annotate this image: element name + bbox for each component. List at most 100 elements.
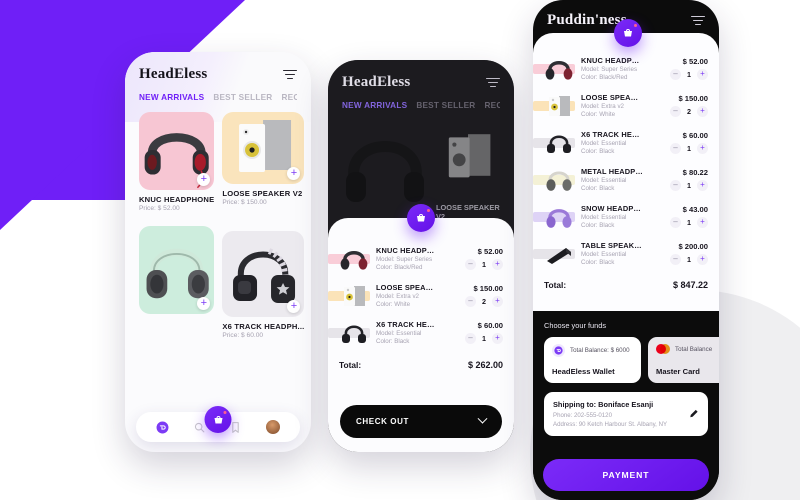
decrease-qty-button[interactable]: –: [670, 180, 681, 191]
cart-fab-button[interactable]: [204, 406, 232, 433]
increase-qty-button[interactable]: +: [492, 333, 503, 344]
product-card-x6[interactable]: + X6 TRACK HEADPH... Price: $ 60.00: [222, 231, 305, 339]
quantity-stepper: – 1 +: [650, 254, 708, 265]
quantity-stepper: – 1 +: [650, 69, 708, 80]
table-row[interactable]: KNUC HEADPHONE Model: Super Series Color…: [533, 50, 708, 87]
phone2-header: HeadEless: [342, 74, 500, 91]
product-name-x6: X6 TRACK HEADPH...: [222, 322, 305, 331]
cart-item-price: $ 60.00: [477, 321, 503, 330]
increase-qty-button[interactable]: +: [697, 254, 708, 265]
cart-item-right: $ 52.00 – 1 +: [445, 247, 503, 270]
search-icon[interactable]: [193, 421, 206, 434]
cart-item-price: $ 52.00: [477, 247, 503, 256]
increase-qty-button[interactable]: +: [492, 259, 503, 270]
tab-recommended[interactable]: RECOMMEN: [484, 101, 500, 110]
table-row[interactable]: LOOSE SPEAKER V2 Model: Extra v2 Color: …: [533, 87, 708, 124]
table-row[interactable]: SNOW HEADPH... Model: Essential Color: B…: [533, 198, 708, 235]
qty-value: 1: [687, 70, 691, 79]
speaker-icon: [344, 286, 365, 306]
cart-item-color: Color: Black: [376, 338, 410, 346]
tab-new-arrivals[interactable]: NEW ARRIVALS: [139, 93, 204, 102]
product-grid: + KNUC HEADPHONE Price: $ 52.00 + + LOOS…: [139, 112, 305, 339]
cart-item-right: $ 150.00 – 2 +: [445, 284, 503, 307]
hamburger-icon[interactable]: [691, 15, 705, 26]
avatar[interactable]: [266, 420, 281, 434]
decrease-qty-button[interactable]: –: [670, 69, 681, 80]
wallet-icon: [552, 344, 565, 357]
increase-qty-button[interactable]: +: [492, 296, 503, 307]
increase-qty-button[interactable]: +: [697, 217, 708, 228]
qty-value: 1: [687, 255, 691, 264]
fund-name: Master Card: [656, 367, 700, 376]
hamburger-icon[interactable]: [486, 77, 500, 88]
headphone-icon: [545, 61, 573, 80]
cart-item-model: Model: Super Series: [376, 256, 433, 263]
bookmark-icon[interactable]: [229, 421, 242, 434]
fund-card-wallet[interactable]: Total Balance: $ 6000 HeadEless Wallet: [544, 337, 641, 383]
table-row[interactable]: X6 TRACK HEAD... Model: Essential Color:…: [328, 314, 503, 351]
cart-fab-button[interactable]: [614, 19, 642, 47]
decrease-qty-button[interactable]: –: [670, 217, 681, 228]
checkout-button[interactable]: CHECK OUT: [340, 405, 502, 438]
checkout-sheet: KNUC HEADPHONE Model: Super Series Color…: [533, 33, 719, 311]
qty-value: 2: [482, 297, 486, 306]
fund-balance: Total Balance: [675, 345, 713, 353]
increase-qty-button[interactable]: +: [697, 69, 708, 80]
decrease-qty-button[interactable]: –: [670, 143, 681, 154]
product-image-green: +: [139, 226, 215, 314]
increase-qty-button[interactable]: +: [697, 180, 708, 191]
increase-qty-button[interactable]: +: [697, 143, 708, 154]
cart-item-model: Model: Essential: [581, 177, 627, 184]
qty-value: 1: [687, 144, 691, 153]
product-name-knuc: KNUC HEADPHONE: [139, 195, 215, 204]
fund-balance: Total Balance: $ 6000: [570, 347, 630, 354]
product-card-green[interactable]: +: [139, 226, 215, 314]
decrease-qty-button[interactable]: –: [670, 254, 681, 265]
hamburger-icon[interactable]: [283, 69, 297, 80]
product-card-knuc[interactable]: + KNUC HEADPHONE Price: $ 52.00: [139, 112, 215, 212]
table-row[interactable]: KNUC HEADPHONE Model: Super Series Color…: [328, 240, 503, 277]
home-icon[interactable]: [156, 421, 169, 434]
decrease-qty-button[interactable]: –: [465, 259, 476, 270]
cart-item-right: $ 60.00 – 1 +: [445, 321, 503, 344]
phone2-brand-title: HeadEless: [342, 74, 411, 90]
cart-icon: [214, 415, 222, 423]
table-row[interactable]: LOOSE SPEAKER V2 Model: Extra v2 Color: …: [328, 277, 503, 314]
product-card-speaker[interactable]: + LOOSE SPEAKER V2 Price: $ 150.00: [222, 112, 305, 206]
decrease-qty-button[interactable]: –: [670, 106, 681, 117]
decrease-qty-button[interactable]: –: [465, 333, 476, 344]
increase-qty-button[interactable]: +: [697, 106, 708, 117]
payment-label: PAYMENT: [602, 470, 650, 480]
table-row[interactable]: METAL HEADPH... Model: Essential Color: …: [533, 161, 708, 198]
phone-cart: HeadEless NEW ARRIVALS BEST SELLER RECOM…: [328, 60, 514, 452]
checkout-total-row: Total: $ 847.22: [533, 272, 719, 290]
tab-new-arrivals[interactable]: NEW ARRIVALS: [342, 101, 407, 110]
tab-best-seller[interactable]: BEST SELLER: [416, 101, 475, 110]
cart-item-price: $ 150.00: [678, 94, 708, 103]
cart-item-color: Color: White: [581, 111, 616, 119]
cart-item-info: KNUC HEADPHONE Model: Super Series Color…: [376, 246, 438, 271]
tab-recommended[interactable]: RECOMMEN: [281, 93, 297, 102]
cart-item-info: LOOSE SPEAKER V2 Model: Extra v2 Color: …: [376, 283, 438, 308]
payment-button[interactable]: PAYMENT: [543, 459, 709, 491]
table-row[interactable]: TABLE SPEAKER Model: Essential Color: Bl…: [533, 235, 708, 272]
shipping-phone: Phone: 202-555-0120: [553, 411, 612, 419]
headphone-icon: [546, 209, 572, 228]
table-row[interactable]: X6 TRACK HEAD... Model: Essential Color:…: [533, 124, 708, 161]
cart-icon: [417, 214, 425, 222]
pencil-icon[interactable]: [688, 409, 699, 420]
cart-item-model: Model: Essential: [581, 214, 627, 221]
fund-card-mastercard[interactable]: Total Balance Master Card: [648, 337, 719, 383]
total-value: $ 847.22: [672, 280, 708, 290]
quantity-stepper: – 1 +: [445, 333, 503, 344]
checkout-label: CHECK OUT: [356, 417, 409, 426]
cart-fab-button[interactable]: [407, 204, 435, 232]
quantity-stepper: – 2 +: [650, 106, 708, 117]
headphone-icon: [342, 325, 366, 343]
decrease-qty-button[interactable]: –: [465, 296, 476, 307]
cart-badge: [426, 209, 430, 213]
phone-payment: Puddin'ness NEW ARRIVALS BEST SELLER REC…: [533, 0, 719, 500]
shipping-card[interactable]: Shipping to: Boniface Esanji Phone: 202-…: [544, 392, 708, 436]
tab-best-seller[interactable]: BEST SELLER: [213, 93, 272, 102]
shipping-address: Address: 90 Ketch Harbour St. Albany, NY: [553, 421, 668, 428]
